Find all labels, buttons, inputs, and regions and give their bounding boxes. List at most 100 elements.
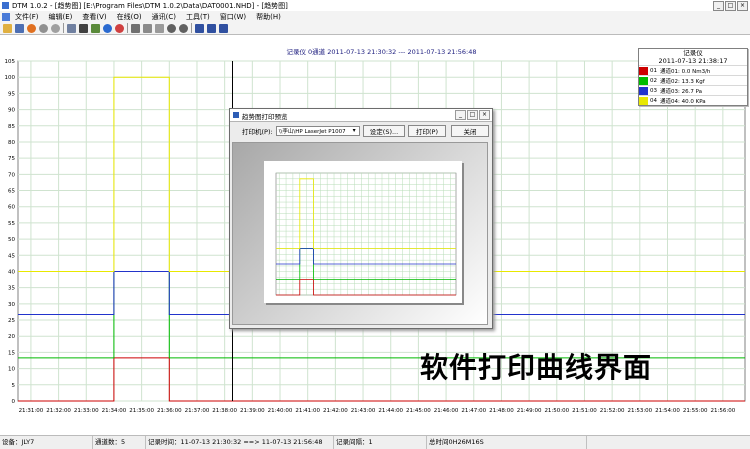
y-tick-label: 45 — [8, 253, 15, 259]
printer-select[interactable]: \\李山\HP LaserJet P1007 ▾ — [275, 126, 360, 136]
chevron-down-icon[interactable]: ▾ — [350, 127, 359, 135]
x-tick-label: 21:33:00 — [74, 408, 99, 414]
printer-row: 打印机(P): \\李山\HP LaserJet P1007 ▾ — [242, 126, 360, 136]
x-tick-label: 21:53:00 — [627, 408, 652, 414]
y-tick-label: 20 — [8, 334, 15, 340]
print-preview-icon[interactable] — [143, 23, 152, 33]
dialog-title: 趋势图打印预览 — [242, 113, 288, 121]
minimize-button[interactable]: _ — [713, 1, 724, 11]
dialog-title-bar: 趋势图打印预览 _ □ × — [230, 109, 492, 122]
y-tick-label: 75 — [8, 156, 15, 162]
dialog-close-x-button[interactable]: × — [479, 110, 490, 120]
dialog-maximize-button[interactable]: □ — [467, 110, 478, 120]
toolbar-separator — [191, 23, 192, 33]
channel-legend: 记录仪 2011-07-13 21:38:17 01 通道01: 0.0 Nm3… — [638, 48, 748, 106]
document-icon[interactable] — [2, 12, 10, 21]
sum-icon[interactable] — [79, 23, 88, 33]
x-tick-label: 21:39:00 — [240, 408, 265, 414]
record-icon[interactable] — [27, 23, 36, 33]
legend-item[interactable]: 02 通道02: 13.3 Kgf — [639, 75, 747, 85]
mini-plot-area — [275, 172, 457, 296]
legend-swatch — [639, 86, 648, 95]
menu-online[interactable]: 在线(O) — [112, 12, 147, 22]
maximize-button[interactable]: □ — [725, 1, 736, 11]
window-tile-v-icon[interactable] — [219, 23, 228, 33]
preview-area[interactable] — [232, 142, 488, 325]
toolbar-separator — [127, 23, 128, 33]
window-cascade-icon[interactable] — [195, 23, 204, 33]
window-tile-h-icon[interactable] — [207, 23, 216, 33]
x-tick-label: 21:48:00 — [489, 408, 514, 414]
chart-title: 记录仪 0通道 2011-07-13 21:30:32 --- 2011-07-… — [286, 47, 476, 56]
legend-item[interactable]: 03 通道03: 26.7 Pa — [639, 85, 747, 95]
y-tick-label: 55 — [8, 221, 15, 227]
menu-edit[interactable]: 编辑(E) — [44, 12, 78, 22]
y-tick-label: 35 — [8, 286, 15, 292]
y-tick-label: 5 — [12, 383, 16, 389]
zoom-out-icon[interactable] — [179, 23, 188, 33]
zoom-in-icon[interactable] — [167, 23, 176, 33]
info-icon[interactable] — [103, 23, 112, 33]
legend-id: 04 — [650, 97, 657, 104]
chart-icon[interactable] — [91, 23, 100, 33]
y-tick-label: 30 — [8, 302, 15, 308]
x-tick-label: 21:43:00 — [351, 408, 376, 414]
close-button[interactable]: × — [737, 1, 748, 11]
y-tick-label: 80 — [8, 140, 15, 146]
preview-chart-thumbnail — [275, 172, 457, 296]
pause-icon[interactable] — [51, 23, 60, 33]
print-button[interactable]: 打印(P) — [408, 125, 446, 137]
legend-item[interactable]: 01 通道01: 0.0 Nm3/h — [639, 65, 747, 75]
y-tick-label: 15 — [8, 350, 15, 356]
menu-view[interactable]: 查看(V) — [77, 12, 111, 22]
menu-help[interactable]: 帮助(H) — [251, 12, 286, 22]
dialog-app-icon — [233, 112, 239, 118]
x-tick-label: 21:47:00 — [461, 408, 486, 414]
y-tick-label: 70 — [8, 172, 15, 178]
x-tick-label: 21:38:00 — [212, 408, 237, 414]
dialog-window-controls: _ □ × — [455, 110, 490, 120]
setup-button[interactable]: 设定(S)... — [363, 125, 405, 137]
palette-icon[interactable] — [115, 23, 124, 33]
printer-label: 打印机(P): — [242, 128, 273, 136]
x-tick-label: 21:44:00 — [378, 408, 403, 414]
legend-swatch — [639, 66, 648, 75]
status-total-time: 总时间0H26M16S — [427, 436, 587, 449]
y-tick-label: 95 — [8, 91, 15, 97]
x-tick-label: 21:56:00 — [711, 408, 736, 414]
x-tick-label: 21:35:00 — [129, 408, 154, 414]
table-icon[interactable] — [67, 23, 76, 33]
open-icon[interactable] — [3, 23, 12, 33]
x-tick-label: 21:42:00 — [323, 408, 348, 414]
legend-label: 通道03: 26.7 Pa — [660, 88, 703, 95]
window-controls: _ □ × — [713, 1, 748, 11]
copy-icon[interactable] — [155, 23, 164, 33]
menu-window[interactable]: 窗口(W) — [215, 12, 251, 22]
x-tick-label: 21:31:00 — [19, 408, 44, 414]
y-tick-label: 100 — [5, 75, 16, 81]
legend-item[interactable]: 04 通道04: 40.0 KPa — [639, 95, 747, 105]
window-title: DTM 1.0.2 - [趋势图] [E:\Program Files\DTM … — [12, 2, 288, 10]
menu-comm[interactable]: 通讯(C) — [147, 12, 181, 22]
close-dialog-button[interactable]: 关闭 — [451, 125, 489, 137]
toolbar-separator — [63, 23, 64, 33]
legend-swatch — [639, 76, 648, 85]
status-channels: 通道数：5 — [93, 436, 146, 449]
menu-file[interactable]: 文件(F) — [10, 12, 44, 22]
print-icon[interactable] — [131, 23, 140, 33]
x-tick-label: 21:46:00 — [434, 408, 459, 414]
y-tick-label: 90 — [8, 108, 15, 114]
x-tick-label: 21:49:00 — [517, 408, 542, 414]
save-icon[interactable] — [15, 23, 24, 33]
stop-icon[interactable] — [39, 23, 48, 33]
overlay-caption: 软件打印曲线界面 — [420, 351, 653, 384]
status-device: 设备：JLY7 — [0, 436, 93, 449]
menu-tools[interactable]: 工具(T) — [181, 12, 215, 22]
y-tick-label: 85 — [8, 124, 15, 130]
status-bar: 设备：JLY7 通道数：5 记录时间：11-07-13 21:30:32 ==>… — [0, 435, 750, 449]
dialog-minimize-button[interactable]: _ — [455, 110, 466, 120]
toolbar — [0, 22, 750, 35]
status-interval: 记录间隔：1 — [334, 436, 427, 449]
print-preview-dialog: 趋势图打印预览 _ □ × 打印机(P): \\李山\HP LaserJet P… — [229, 108, 493, 329]
y-tick-label: 40 — [8, 269, 15, 275]
